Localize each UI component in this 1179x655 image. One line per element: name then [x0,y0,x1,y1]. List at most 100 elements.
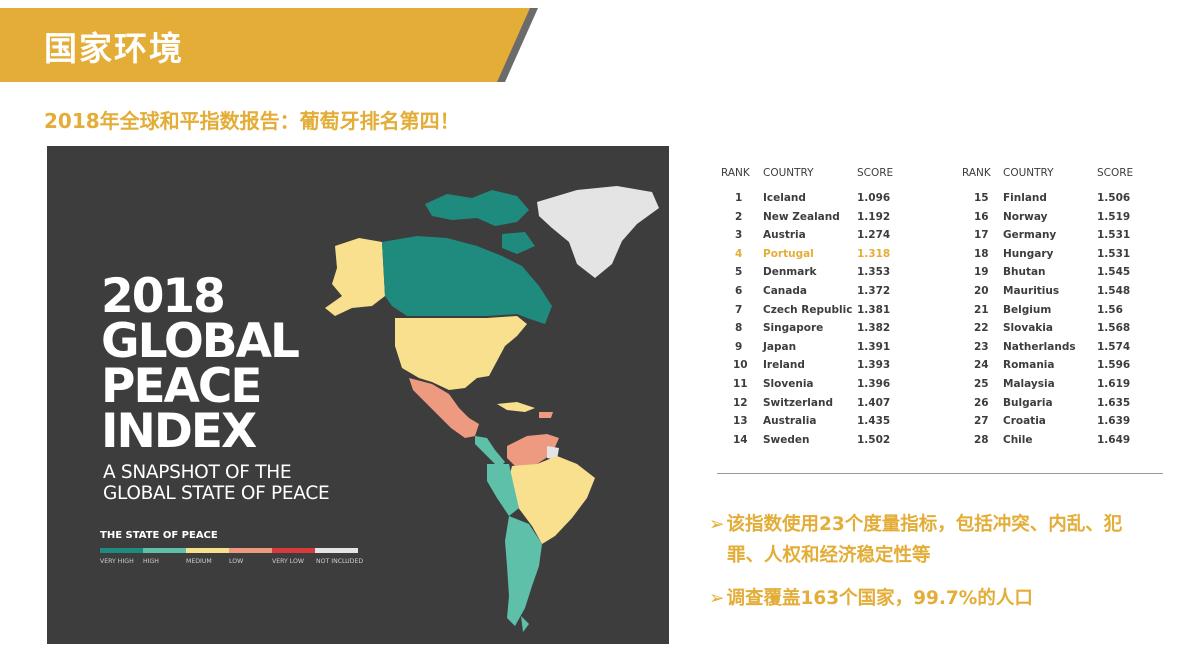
bullet-text: 罪、人权和经济稳定性等 [727,545,931,566]
cell-country: Mauritius [1003,285,1060,297]
cell-rank: 4 [735,247,743,260]
cell-country: Denmark [763,266,817,279]
cell-score: 1.545 [1097,266,1131,279]
cell-score: 1.381 [857,303,891,316]
column-header-rank: RANK [962,167,991,179]
cell-country: Slovakia [1003,322,1053,335]
cell-rank: 10 [733,359,748,372]
cell-score: 1.192 [857,210,891,223]
cell-score: 1.506 [1097,192,1131,204]
cell-rank: 23 [974,340,989,353]
legend-swatch [315,548,358,553]
cell-rank: 3 [735,229,743,242]
cell-country: Sweden [763,433,810,446]
gpi-title-line: INDEX [101,404,257,459]
cell-score: 1.502 [857,433,891,446]
legend-color-bar [100,548,358,553]
gpi-subtitle-line: GLOBAL STATE OF PEACE [103,483,330,504]
gpi-title: 2018 GLOBAL PEACE INDEX [101,269,300,459]
legend-swatch [100,548,143,553]
cell-rank: 24 [974,359,989,372]
cell-rank: 9 [735,340,743,353]
gpi-subtitle: A SNAPSHOT OF THE GLOBAL STATE OF PEACE [103,462,330,504]
cell-rank: 5 [735,266,743,279]
cell-score: 1.635 [1097,396,1131,409]
cell-score: 1.318 [857,247,891,260]
cell-rank: 1 [735,192,743,204]
cell-score: 1.531 [1097,247,1131,260]
cell-country: Romania [1003,359,1055,372]
cell-country: Finland [1003,192,1047,204]
cell-rank: 21 [974,303,989,316]
cell-rank: 18 [974,247,989,260]
cell-country: Switzerland [763,396,833,409]
cell-score: 1.391 [857,340,891,353]
divider [717,473,1163,474]
cell-score: 1.096 [857,192,891,204]
cell-rank: 25 [974,378,989,390]
cell-country: Iceland [763,192,806,204]
arrow-icon: ➢ [709,514,725,535]
legend-swatch [186,548,229,553]
gpi-title-line: 2018 [101,269,226,324]
bullet-coverage: ➢ 调查覆盖163个国家，99.7%的人口 [709,583,1033,614]
bullet-text: 该指数使用23个度量指标，包括冲突、内乱、犯 [726,514,1123,535]
legend-label: NOT INCLUDED [316,558,364,565]
cell-score: 1.596 [1097,359,1131,372]
cell-rank: 20 [974,285,989,297]
cell-rank: 16 [974,210,989,223]
cell-rank: 11 [733,378,748,390]
bullet-text: 调查覆盖163个国家，99.7%的人口 [726,588,1033,609]
legend-labels: VERY HIGH HIGH MEDIUM LOW VERY LOW NOT INCLUD… [100,558,370,568]
legend-label: VERY HIGH [100,558,134,565]
cell-rank: 28 [974,433,989,446]
report-subtitle: 2018年全球和平指数报告：葡萄牙排名第四！ [44,109,460,133]
legend-label: VERY LOW [272,558,305,565]
cell-country: Chile [1003,433,1033,446]
cell-rank: 13 [733,415,748,428]
cell-rank: 14 [733,433,748,446]
cell-score: 1.531 [1097,229,1131,242]
cell-score: 1.574 [1097,340,1131,353]
column-header-score: SCORE [857,167,894,179]
cell-country: Australia [763,415,817,428]
cell-rank: 17 [974,229,989,242]
cell-rank: 8 [735,322,743,335]
cell-score: 1.568 [1097,322,1131,335]
legend-swatch [229,548,272,553]
cell-rank: 22 [974,322,989,335]
cell-country: Germany [1003,229,1057,242]
cell-score: 1.393 [857,359,891,372]
cell-score: 1.548 [1097,285,1131,297]
cell-rank: 6 [735,285,743,297]
cell-score: 1.274 [857,229,891,242]
cell-rank: 12 [733,396,748,409]
page-title: 国家环境 [44,29,184,68]
cell-country: Belgium [1003,303,1052,316]
peace-index-map-panel: 2018 GLOBAL PEACE INDEX A SNAPSHOT OF TH… [47,146,669,644]
cell-country: Bulgaria [1003,396,1053,409]
cell-score: 1.649 [1097,433,1131,446]
gpi-title-line: PEACE [101,359,263,414]
cell-country: Canada [763,285,807,297]
cell-score: 1.519 [1097,210,1131,223]
cell-score: 1.353 [857,266,891,279]
column-header-score: SCORE [1097,167,1134,179]
arrow-icon: ➢ [709,588,725,609]
cell-score: 1.56 [1097,303,1123,316]
header-banner: 国家环境 [0,0,560,90]
cell-score: 1.396 [857,378,891,390]
cell-rank: 7 [735,303,743,316]
column-header-country: COUNTRY [1003,167,1054,179]
legend-label: HIGH [143,558,159,565]
column-header-country: COUNTRY [763,167,814,179]
gpi-title-line: GLOBAL [101,314,300,369]
column-header-rank: RANK [721,167,750,179]
legend-label: MEDIUM [186,558,212,565]
cell-rank: 19 [974,266,989,279]
cell-country: Austria [763,229,806,242]
cell-score: 1.372 [857,285,891,297]
cell-score: 1.619 [1097,378,1131,390]
cell-score: 1.382 [857,322,891,335]
cell-score: 1.639 [1097,415,1131,428]
